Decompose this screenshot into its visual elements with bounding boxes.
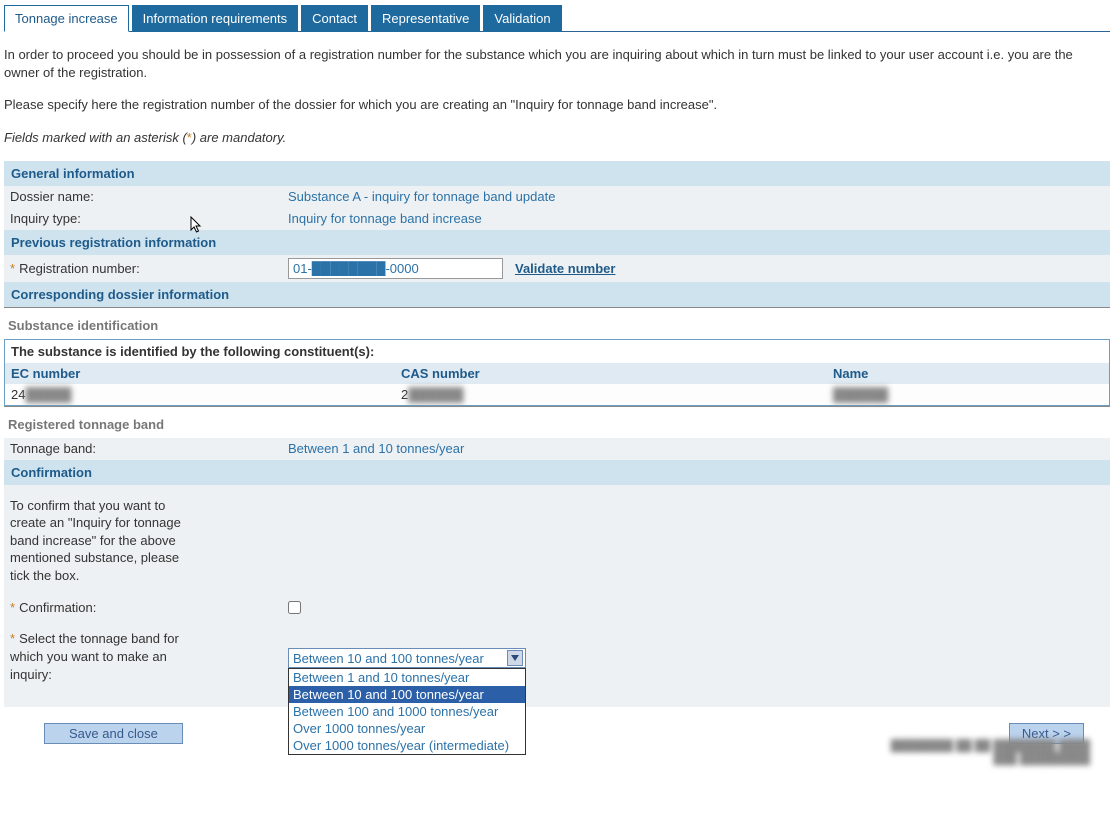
- section-general-information: General information: [4, 161, 1110, 186]
- section-confirmation: Confirmation: [4, 460, 1110, 485]
- constituent-title: The substance is identified by the follo…: [5, 340, 1109, 363]
- confirmation-instruction: To confirm that you want to create an "I…: [10, 491, 190, 591]
- tab-contact[interactable]: Contact: [301, 5, 368, 32]
- inquiry-type-label: Inquiry type:: [10, 211, 288, 226]
- intro-paragraph-2: Please specify here the registration num…: [4, 96, 1110, 114]
- chevron-down-icon: [507, 650, 523, 666]
- inquiry-type-value: Inquiry for tonnage band increase: [288, 211, 482, 226]
- ec-number-value: 24: [11, 387, 25, 402]
- dropdown-option[interactable]: Between 10 and 100 tonnes/year: [289, 686, 525, 703]
- footer-meta: ████████ ██ ██ ████████ ████ ███ ███████…: [891, 740, 1090, 766]
- dropdown-option[interactable]: Between 100 and 1000 tonnes/year: [289, 703, 525, 720]
- registration-number-label: *Registration number:: [10, 261, 288, 276]
- tab-representative[interactable]: Representative: [371, 5, 480, 32]
- constituent-table: The substance is identified by the follo…: [4, 339, 1110, 406]
- registration-number-input[interactable]: [288, 258, 503, 279]
- confirmation-label: *Confirmation:: [10, 600, 288, 615]
- dossier-name-value: Substance A - inquiry for tonnage band u…: [288, 189, 555, 204]
- tab-validation[interactable]: Validation: [483, 5, 561, 32]
- tab-tonnage-increase[interactable]: Tonnage increase: [4, 5, 129, 32]
- confirmation-checkbox[interactable]: [288, 601, 301, 614]
- registered-tonnage-header: Registered tonnage band: [4, 407, 1110, 438]
- substance-name-value: ██████: [833, 387, 888, 402]
- select-tonnage-label: *Select the tonnage band for which you w…: [10, 624, 190, 689]
- section-corresponding-dossier: Corresponding dossier information: [4, 282, 1110, 307]
- intro-paragraph-1: In order to proceed you should be in pos…: [4, 46, 1110, 82]
- dropdown-list: Between 1 and 10 tonnes/year Between 10 …: [288, 668, 526, 755]
- col-header-cas: CAS number: [395, 363, 827, 384]
- tab-bar: Tonnage increase Information requirement…: [4, 4, 1110, 32]
- tonnage-band-label: Tonnage band:: [10, 441, 288, 456]
- substance-identification-header: Substance identification: [4, 308, 1110, 339]
- tab-information-requirements[interactable]: Information requirements: [132, 5, 299, 32]
- section-previous-registration: Previous registration information: [4, 230, 1110, 255]
- dropdown-option[interactable]: Over 1000 tonnes/year: [289, 720, 525, 737]
- dropdown-option[interactable]: Over 1000 tonnes/year (intermediate): [289, 737, 525, 754]
- dropdown-option[interactable]: Between 1 and 10 tonnes/year: [289, 669, 525, 686]
- dropdown-selected-value: Between 10 and 100 tonnes/year: [293, 651, 484, 666]
- save-and-close-button[interactable]: Save and close: [44, 723, 183, 744]
- mandatory-note: Fields marked with an asterisk (*) are m…: [4, 129, 1110, 147]
- tonnage-band-dropdown[interactable]: Between 10 and 100 tonnes/year: [288, 648, 526, 668]
- table-row: 24█████ 2██████ ██████: [5, 384, 1109, 405]
- col-header-name: Name: [827, 363, 1109, 384]
- tonnage-band-value: Between 1 and 10 tonnes/year: [288, 441, 464, 456]
- col-header-ec: EC number: [5, 363, 395, 384]
- dossier-name-label: Dossier name:: [10, 189, 288, 204]
- validate-number-link[interactable]: Validate number: [515, 261, 615, 276]
